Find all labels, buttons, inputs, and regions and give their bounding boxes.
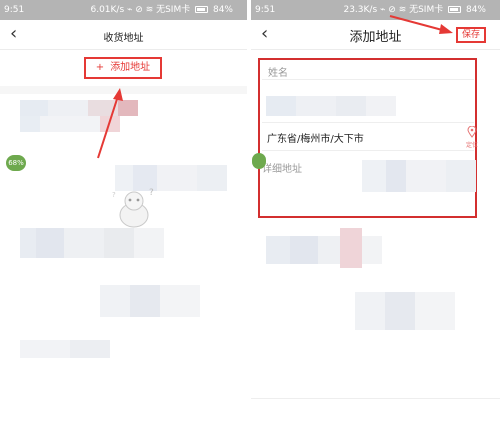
save-button[interactable]: 保存 bbox=[456, 27, 486, 43]
field-divider bbox=[262, 122, 474, 123]
status-badge-partial bbox=[252, 153, 266, 169]
blurred-name-input[interactable] bbox=[266, 96, 436, 118]
status-indicators: 6.01K/s ⌁ ⊘ ≋ 无SIM卡 84% bbox=[90, 0, 233, 20]
screenshot-composite: 9:51 6.01K/s ⌁ ⊘ ≋ 无SIM卡 84% ‹ 收货地址 9:51… bbox=[0, 0, 500, 441]
blurred-address-entry bbox=[20, 340, 160, 360]
network-status: 6.01K/s ⌁ ⊘ ≋ 无SIM卡 bbox=[90, 5, 191, 15]
locate-button[interactable]: 定位 bbox=[464, 123, 480, 150]
add-address-label: 添加地址 bbox=[110, 62, 151, 73]
field-divider bbox=[262, 150, 474, 151]
blurred-address-entry bbox=[362, 160, 492, 194]
page-title: 收货地址 bbox=[103, 33, 144, 44]
name-field-label: 姓名 bbox=[268, 68, 288, 79]
blurred-address-entry bbox=[266, 228, 386, 268]
location-pin-icon bbox=[467, 125, 477, 138]
field-divider bbox=[262, 79, 474, 80]
svg-text:?: ? bbox=[149, 188, 154, 198]
status-time: 9:51 bbox=[255, 5, 276, 15]
status-bar: 9:51 23.3K/s ⌁ ⊘ ≋ 无SIM卡 84% bbox=[251, 0, 500, 20]
status-badge: 68% bbox=[6, 155, 26, 171]
status-time: 9:51 bbox=[4, 5, 25, 15]
svg-text:?: ? bbox=[112, 191, 116, 199]
locate-label: 定位 bbox=[465, 142, 478, 149]
mascot-icon: ? ? bbox=[112, 188, 154, 228]
nav-bar: ‹ 收货地址 bbox=[0, 20, 247, 50]
status-bar: 9:51 6.01K/s ⌁ ⊘ ≋ 无SIM卡 84% bbox=[0, 0, 247, 20]
detail-address-label[interactable]: 详细地址 bbox=[262, 160, 302, 175]
add-address-button[interactable]: + 添加地址 bbox=[84, 57, 162, 79]
battery-level: 84% bbox=[465, 5, 486, 15]
battery-level: 84% bbox=[212, 5, 233, 15]
battery-icon bbox=[195, 6, 209, 13]
blurred-address-entry bbox=[100, 285, 220, 319]
annotation-arrow bbox=[389, 15, 453, 34]
blurred-address-entry bbox=[355, 292, 475, 332]
plus-icon: + bbox=[95, 62, 105, 73]
screen-bottom-edge bbox=[251, 398, 500, 399]
region-selector[interactable]: 广东省/梅州市/大下市 bbox=[267, 130, 364, 145]
annotation-arrow bbox=[97, 88, 123, 159]
